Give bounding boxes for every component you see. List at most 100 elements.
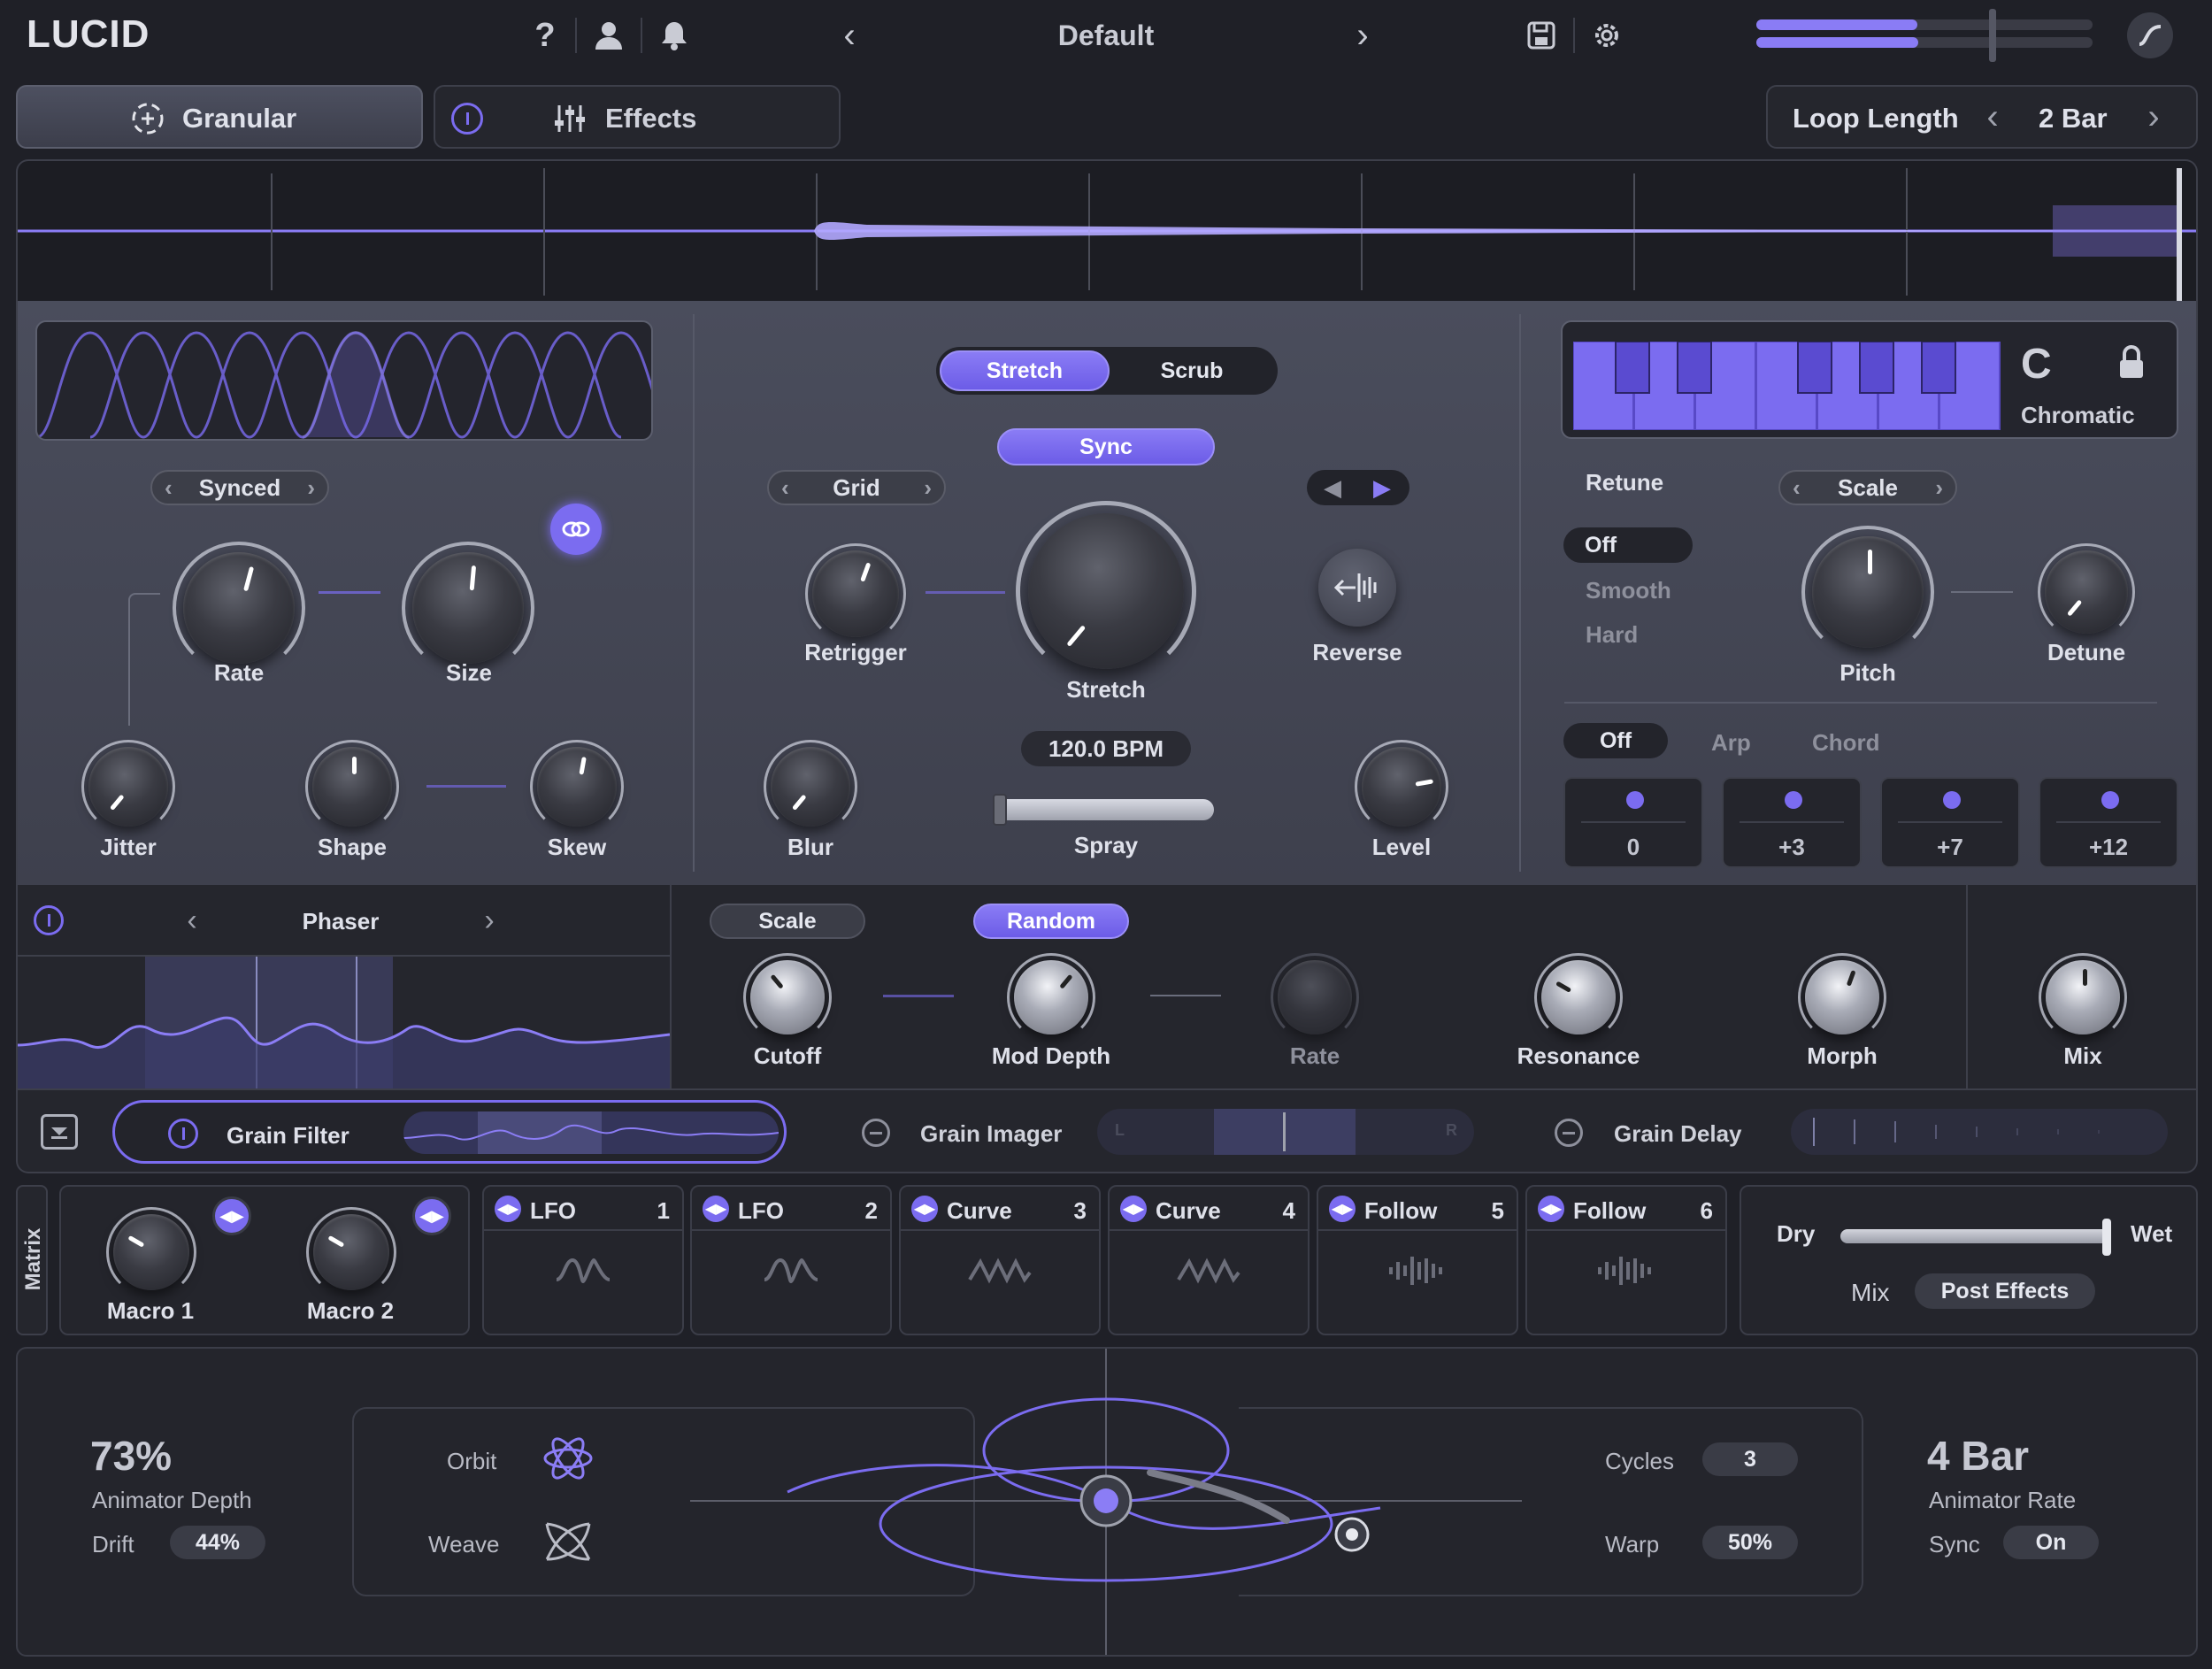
fx-rate-knob[interactable] [1271, 953, 1359, 1042]
curve-mode-button[interactable] [2127, 12, 2173, 58]
animator-sync-value[interactable]: On [2003, 1526, 2099, 1559]
reverse-right-arrow[interactable]: ▶ [1369, 473, 1395, 502]
bell-icon[interactable] [655, 16, 694, 55]
retune-off-button[interactable]: Off [1563, 527, 1693, 563]
note-slot-2[interactable]: +3 [1722, 777, 1862, 868]
mode-stretch-button[interactable]: Stretch [940, 350, 1110, 391]
mod-drag-icon[interactable]: ◀▶ [495, 1196, 521, 1222]
grain-imager-add-icon[interactable] [862, 1119, 890, 1147]
retune-smooth-button[interactable]: Smooth [1586, 577, 1671, 604]
effect-next-button[interactable]: › [474, 903, 504, 938]
tab-granular-label: Granular [182, 103, 297, 134]
dry-wet-slider[interactable] [1840, 1229, 2109, 1243]
retune-hard-button[interactable]: Hard [1586, 621, 1638, 649]
keyboard-display[interactable]: C Chromatic [1561, 320, 2178, 439]
pitch-knob[interactable] [1801, 526, 1934, 658]
stretch-sync-button[interactable]: Sync [997, 428, 1215, 465]
collapse-icon[interactable] [41, 1114, 78, 1150]
size-knob[interactable] [402, 542, 534, 674]
cutoff-label: Cutoff [753, 1042, 822, 1069]
note-slot-1[interactable]: 0 [1563, 777, 1703, 868]
gear-icon[interactable] [1587, 16, 1626, 55]
timeline-waveform[interactable] [16, 159, 2198, 301]
mod-slot-number: 6 [1700, 1197, 1713, 1224]
stretch-knob[interactable] [1016, 501, 1196, 681]
grain-filter-slot[interactable]: Grain Filter [112, 1100, 787, 1164]
root-key: C [2021, 341, 2052, 388]
rate-knob[interactable] [173, 542, 305, 674]
weave-icon[interactable] [540, 1517, 596, 1566]
fx-random-button[interactable]: Random [973, 904, 1129, 939]
mod-drag-icon[interactable]: ◀▶ [911, 1196, 938, 1222]
mod-slot-4[interactable]: ◀▶ Curve 4 [1108, 1185, 1310, 1335]
post-effects-button[interactable]: Post Effects [1915, 1273, 2095, 1309]
mod-depth-knob[interactable] [1007, 953, 1095, 1042]
warp-value[interactable]: 50% [1702, 1526, 1798, 1559]
skew-knob[interactable] [530, 740, 624, 834]
spray-slider[interactable] [993, 794, 1214, 826]
fx-scale-button[interactable]: Scale [710, 904, 865, 939]
cutoff-knob[interactable] [743, 953, 832, 1042]
fx-mix-knob[interactable] [2039, 953, 2127, 1042]
grain-sync-selector[interactable]: ‹ Synced › [150, 470, 329, 505]
power-icon[interactable] [451, 103, 483, 135]
grain-delay-add-icon[interactable] [1555, 1119, 1583, 1147]
reverse-button[interactable] [1318, 549, 1396, 627]
user-icon[interactable] [589, 16, 628, 55]
mod-slot-2[interactable]: ◀▶ LFO 2 [690, 1185, 892, 1335]
mod-slot-5[interactable]: ◀▶ Follow 5 [1317, 1185, 1518, 1335]
tab-effects[interactable]: Effects [434, 85, 841, 149]
wet-label: Wet [2131, 1220, 2173, 1247]
macro-1-mod-icon[interactable]: ◀▶ [212, 1196, 251, 1235]
mod-slot-1[interactable]: ◀▶ LFO 1 [482, 1185, 684, 1335]
resonance-knob[interactable] [1534, 953, 1623, 1042]
animator-rate-value: 4 Bar [1927, 1433, 2030, 1479]
level-knob[interactable] [1355, 740, 1448, 834]
morph-knob[interactable] [1798, 953, 1886, 1042]
help-icon[interactable]: ? [529, 16, 561, 55]
retrigger-grid-selector[interactable]: ‹ Grid › [767, 470, 946, 505]
output-level-handle[interactable] [1989, 9, 1996, 62]
cycles-value[interactable]: 3 [1702, 1442, 1798, 1476]
mod-slot-3[interactable]: ◀▶ Curve 3 [899, 1185, 1101, 1335]
shape-knob[interactable] [305, 740, 399, 834]
macro-2-knob[interactable] [306, 1207, 396, 1297]
drift-value[interactable]: 44% [170, 1526, 265, 1559]
dry-wet-slider-handle[interactable] [2102, 1219, 2111, 1256]
link-icon[interactable] [550, 504, 602, 555]
grain-delay-preview [1791, 1109, 2168, 1155]
mode-scrub-button[interactable]: Scrub [1110, 350, 1274, 391]
pitch-mode-off-button[interactable]: Off [1563, 723, 1668, 758]
mod-drag-icon[interactable]: ◀▶ [1538, 1196, 1564, 1222]
preset-next-button[interactable]: › [1345, 16, 1380, 55]
lock-icon[interactable] [2115, 342, 2148, 382]
spray-slider-handle[interactable] [993, 794, 1007, 826]
mod-drag-icon[interactable]: ◀▶ [1329, 1196, 1356, 1222]
macro-2-mod-icon[interactable]: ◀▶ [412, 1196, 451, 1235]
blur-knob[interactable] [764, 740, 857, 834]
effect-power-icon[interactable] [34, 905, 64, 935]
effect-prev-button[interactable]: ‹ [177, 903, 207, 938]
save-icon[interactable] [1524, 18, 1559, 53]
pitch-mode-arp-button[interactable]: Arp [1711, 729, 1751, 757]
detune-knob[interactable] [2038, 543, 2135, 641]
grain-filter-power-icon[interactable] [168, 1119, 198, 1149]
pitch-scale-selector[interactable]: ‹ Scale › [1778, 470, 1957, 505]
preset-prev-button[interactable]: ‹ [832, 16, 867, 55]
jitter-knob[interactable] [81, 740, 175, 834]
matrix-tab[interactable]: Matrix [16, 1185, 48, 1335]
tab-granular[interactable]: Granular [16, 85, 423, 149]
retrigger-knob[interactable] [805, 543, 906, 644]
note-slot-3[interactable]: +7 [1880, 777, 2020, 868]
preset-name[interactable]: Default [1000, 19, 1212, 52]
mod-slot-6[interactable]: ◀▶ Follow 6 [1525, 1185, 1727, 1335]
reverse-left-arrow[interactable]: ◀ [1319, 473, 1346, 502]
note-slot-4[interactable]: +12 [2039, 777, 2178, 868]
mod-drag-icon[interactable]: ◀▶ [1120, 1196, 1147, 1222]
pitch-mode-chord-button[interactable]: Chord [1812, 729, 1880, 757]
mod-drag-icon[interactable]: ◀▶ [703, 1196, 729, 1222]
macro-1-knob[interactable] [106, 1207, 196, 1297]
loop-prev-button[interactable]: ‹ [1977, 97, 2008, 136]
loop-next-button[interactable]: › [2138, 97, 2170, 136]
orbit-icon[interactable] [540, 1434, 596, 1483]
